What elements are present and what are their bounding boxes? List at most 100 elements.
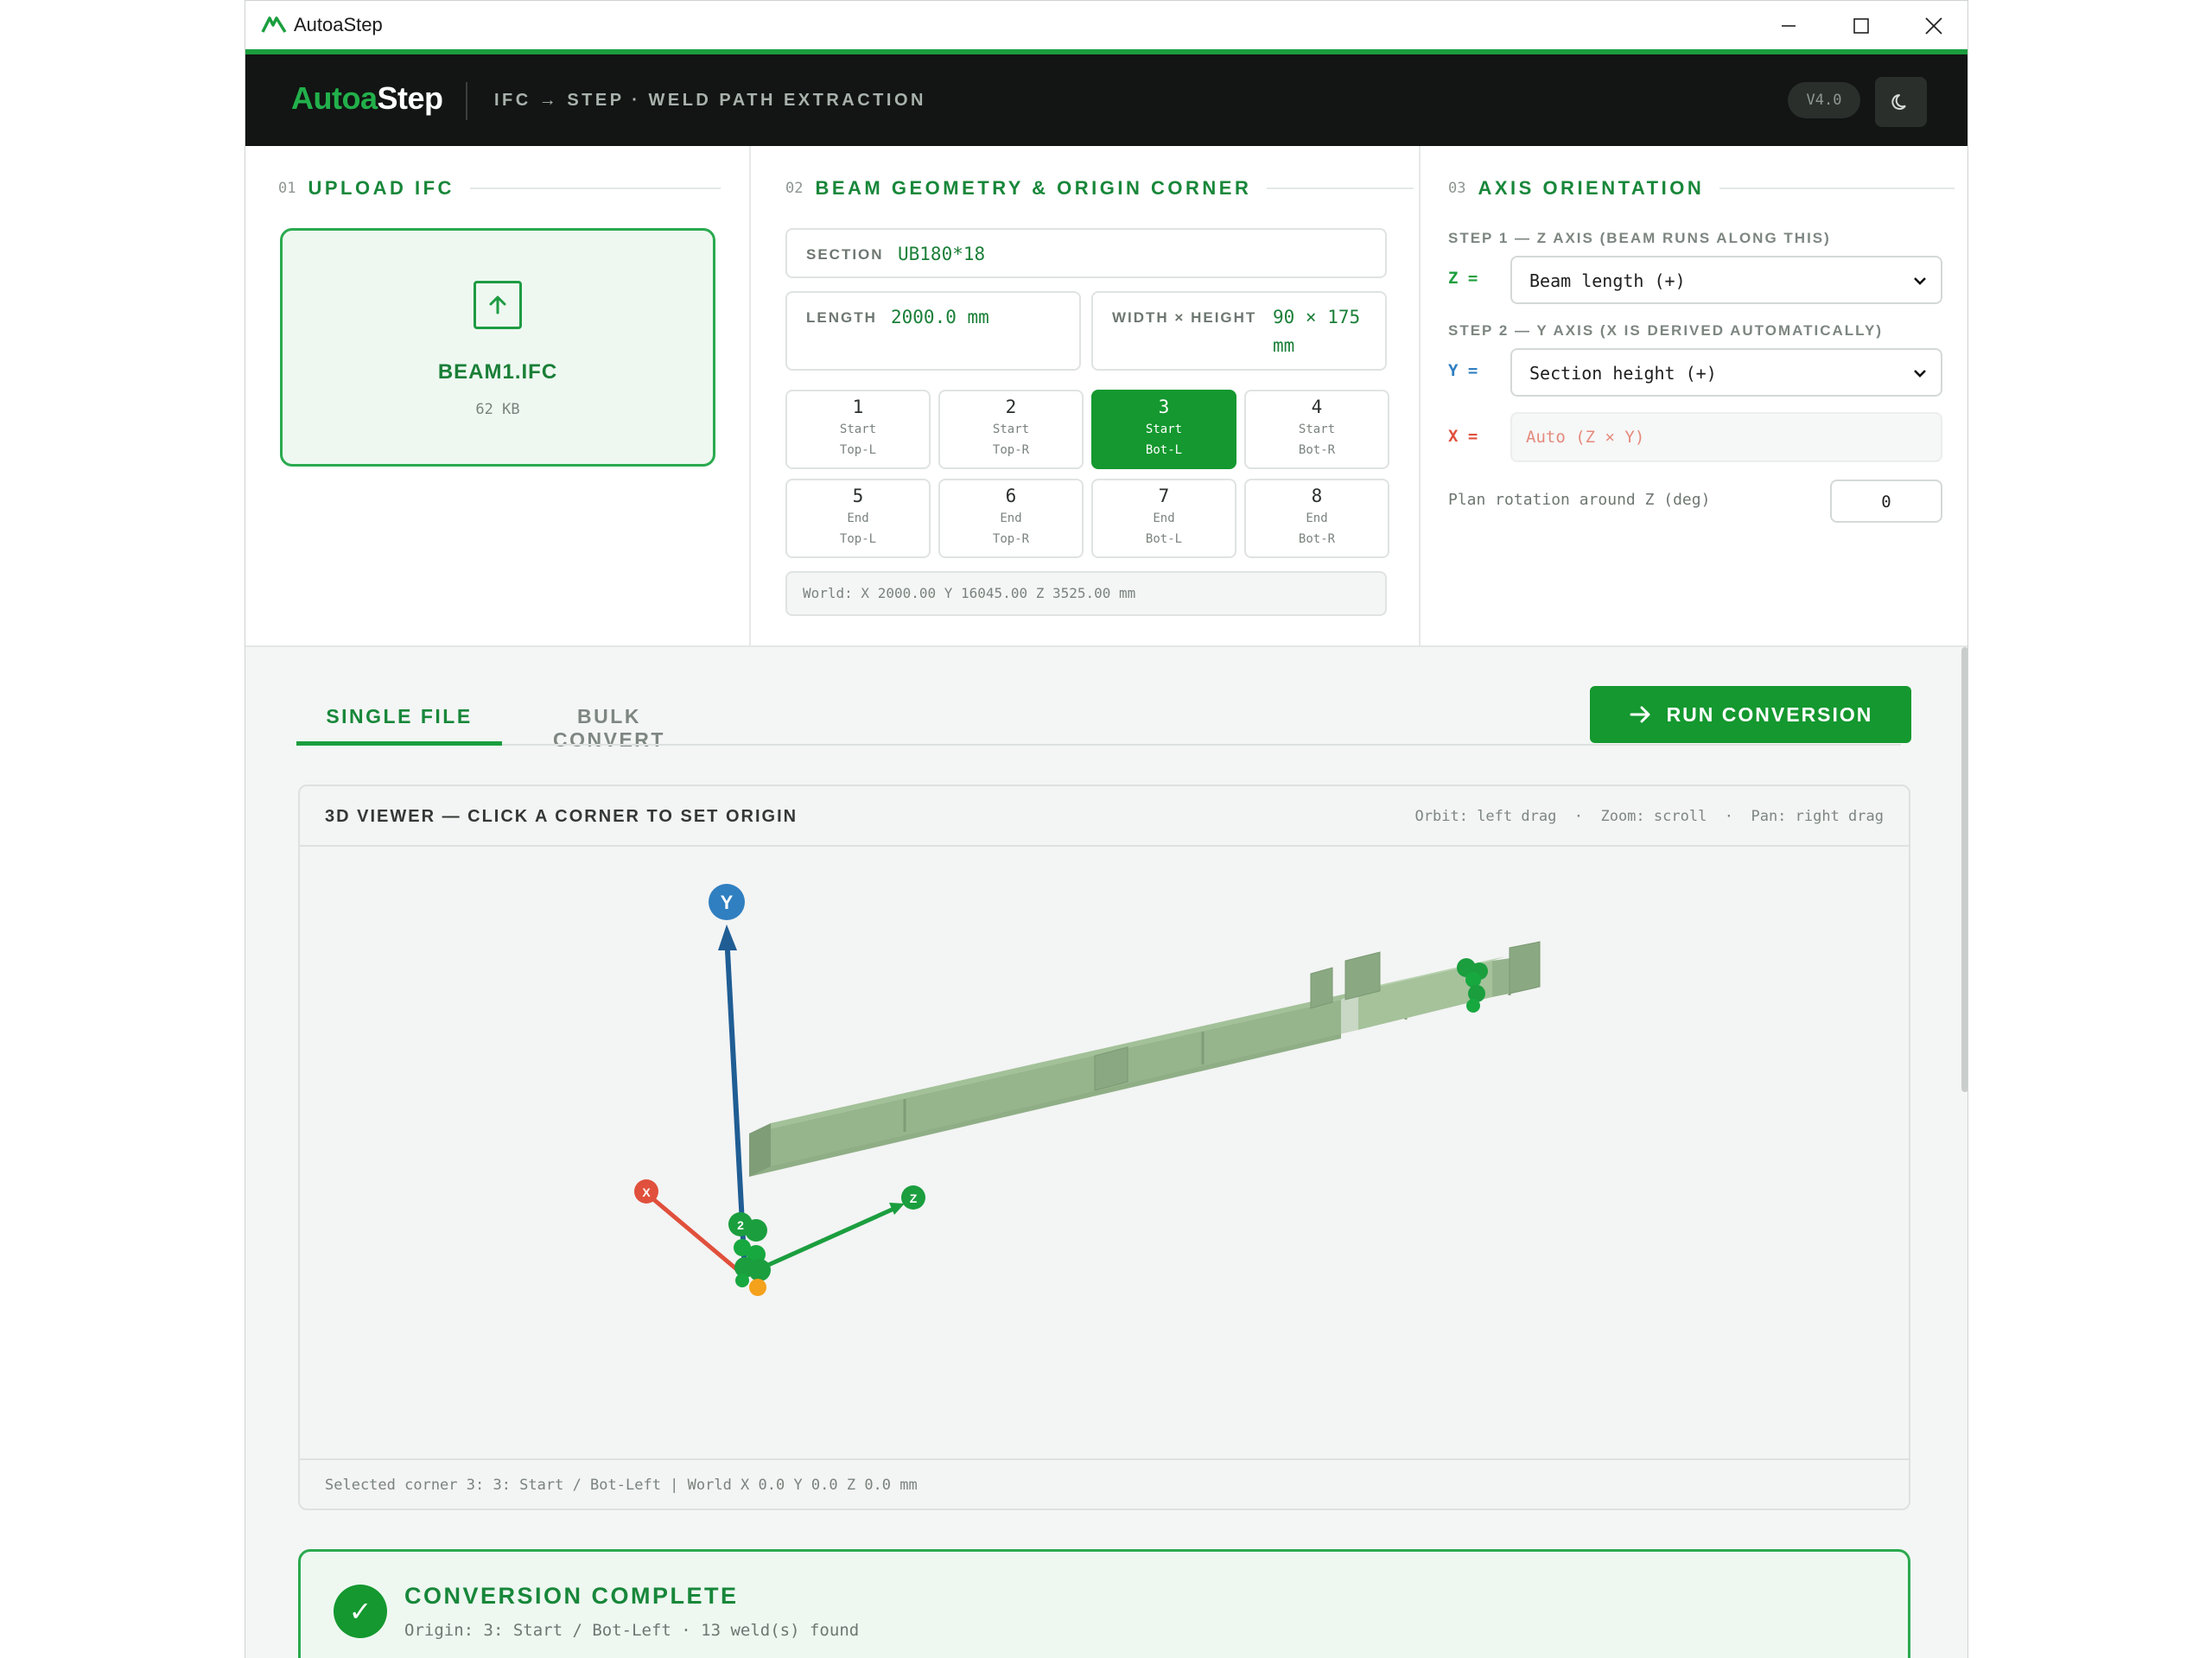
corner-position: Bot-L [1145,532,1183,546]
corner-number: 1 [852,397,864,417]
file-size: 62 KB [475,401,520,418]
width-height-unit: mm [1273,335,1295,356]
viewer-3d-canvas[interactable]: Y X Z 2 [300,848,1909,1458]
version-badge: V4.0 [1788,82,1860,118]
app-header: AutoaStep IFC → STEP · WELD PATH EXTRACT… [245,54,1967,146]
y-axis-glyph: Y [721,892,734,913]
width-height-label: WIDTH × HEIGHT [1112,309,1257,326]
tab-bulk-convert[interactable]: BULK CONVERT [518,683,700,751]
corner-marker[interactable] [748,1259,771,1281]
section-title: AXIS ORIENTATION [1478,177,1705,199]
z-axis-select[interactable]: Beam length (+) [1510,256,1942,304]
x-axis-label: X = [1448,427,1478,446]
corner-number: 7 [1158,486,1170,506]
corner-marker[interactable] [745,1219,767,1242]
check-icon: ✓ [334,1585,387,1638]
maximize-button[interactable] [1825,1,1897,50]
corner-position: Top-L [839,532,877,546]
close-button[interactable] [1897,1,1967,50]
result-subtitle: Origin: 3: Start / Bot-Left · 13 weld(s)… [404,1621,860,1640]
corner-position: Bot-R [1298,443,1336,457]
header-divider [466,82,467,120]
viewer-panel: 3D VIEWER — CLICK A CORNER TO SET ORIGIN… [298,785,1910,1510]
corner-button-3[interactable]: 3 Start Bot-L [1091,390,1236,469]
beam-far-face [771,991,1358,1166]
result-title: CONVERSION COMPLETE [404,1583,739,1609]
title-bar: AutoaStep [245,0,1967,49]
corner-end: End [847,511,869,525]
corner-position: Bot-R [1298,532,1336,546]
z-axis-value: Beam length (+) [1529,270,1686,291]
corner-button-2[interactable]: 2 Start Top-R [938,390,1084,469]
window-title: AutoaStep [294,14,383,35]
corner-marker[interactable] [735,1274,749,1287]
corner-number: 6 [1005,486,1017,506]
axis-heading: 03 AXIS ORIENTATION [1448,177,1955,200]
viewer-header: 3D VIEWER — CLICK A CORNER TO SET ORIGIN… [300,786,1909,847]
start-corner-markers[interactable]: 2 [728,1212,771,1296]
stiffener-plate [1344,951,1381,1001]
scrollbar-thumb[interactable] [1961,647,1967,1092]
z-axis-line [747,1204,899,1276]
chevron-down-icon [1914,277,1926,285]
z-axis-glyph: Z [910,1191,918,1205]
file-name: BEAM1.IFC [437,360,558,384]
width-height-field: WIDTH × HEIGHT 90 × 175 mm [1091,291,1387,371]
corner-button-5[interactable]: 5 End Top-L [785,479,931,558]
origin-marker[interactable] [749,1279,766,1296]
geometry-section: 02 BEAM GEOMETRY & ORIGIN CORNER SECTION… [751,146,1419,645]
corner-button-8[interactable]: 8 End Bot-R [1244,479,1389,558]
beam-mesh[interactable] [749,941,1541,1177]
corner-number: 5 [852,486,864,506]
length-label: LENGTH [806,309,877,326]
corner-button-6[interactable]: 6 End Top-R [938,479,1084,558]
corner-button-1[interactable]: 1 Start Top-L [785,390,931,469]
geometry-heading: 02 BEAM GEOMETRY & ORIGIN CORNER [785,177,1414,200]
brand-part-1: Autoa [291,80,378,116]
corner-button-4[interactable]: 4 Start Bot-R [1244,390,1389,469]
corner-button-7[interactable]: 7 End Bot-L [1091,479,1236,558]
chevron-down-icon [1914,370,1926,378]
corner-position: Bot-L [1145,443,1183,457]
header-subtitle: IFC → STEP · WELD PATH EXTRACTION [494,91,926,110]
rotation-label: Plan rotation around Z (deg) [1448,491,1711,509]
app-window: AutoaStep AutoaStep IFC → STEP · WELD PA… [245,0,1968,1658]
section-title: UPLOAD IFC [308,177,454,199]
corner-marker-label: 2 [737,1218,744,1232]
run-conversion-label: RUN CONVERSION [1666,702,1873,726]
rotation-input[interactable]: 0 [1830,480,1942,523]
scene-svg[interactable]: Y X Z 2 [300,848,1910,1458]
file-dropzone[interactable]: BEAM1.IFC 62 KB [280,228,715,467]
corner-marker[interactable] [1466,999,1480,1013]
section-field: SECTION UB180*18 [785,228,1387,278]
maximize-icon [1853,17,1869,34]
axis-section: 03 AXIS ORIENTATION STEP 1 — Z AXIS (BEA… [1421,146,1967,645]
step2-label: STEP 2 — Y AXIS (X IS DERIVED AUTOMATICA… [1448,322,1884,339]
moon-icon [1891,93,1906,110]
corner-end: Start [1298,422,1336,436]
width-height-value: 90 × 175 [1273,307,1361,327]
section-number: 02 [785,180,804,197]
run-conversion-button[interactable]: RUN CONVERSION [1590,686,1911,743]
section-number: 03 [1448,180,1466,197]
tab-single-file[interactable]: SINGLE FILE [296,683,502,748]
y-axis-select[interactable]: Section height (+) [1510,348,1942,397]
section-title: BEAM GEOMETRY & ORIGIN CORNER [815,177,1252,199]
theme-toggle-button[interactable] [1875,77,1927,127]
corner-end: End [1306,511,1328,525]
step1-label: STEP 1 — Z AXIS (BEAM RUNS ALONG THIS) [1448,230,1831,246]
length-field: LENGTH 2000.0 mm [785,291,1081,371]
minimize-icon [1782,24,1796,27]
corner-position: Top-R [992,532,1030,546]
corner-end: Start [992,422,1030,436]
section-label: SECTION [806,246,884,263]
world-coordinates: World: X 2000.00 Y 16045.00 Z 3525.00 mm [785,571,1387,616]
corner-end: Start [839,422,877,436]
viewer-title: 3D VIEWER — CLICK A CORNER TO SET ORIGIN [325,807,798,826]
minimize-button[interactable] [1752,1,1825,50]
heading-rule [469,187,721,189]
upload-heading: 01 UPLOAD IFC [278,177,721,200]
x-axis-field: Auto (Z × Y) [1510,412,1942,462]
tab-underline-rule [296,744,1901,746]
length-value: 2000.0 mm [891,307,989,327]
